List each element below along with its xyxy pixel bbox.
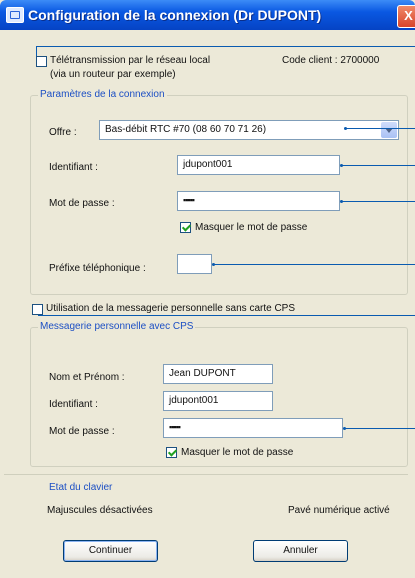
divider [4, 474, 408, 475]
callout-line [344, 428, 415, 429]
password-input[interactable]: ▪▪▪▪▪ [177, 191, 340, 211]
dialog-window: Configuration de la connexion (Dr DUPONT… [0, 0, 415, 578]
cps-mask-password-label: Masquer le mot de passe [181, 447, 294, 458]
mask-password-checkbox[interactable] [180, 222, 191, 233]
callout-line [38, 315, 415, 316]
callout-dot [343, 427, 346, 430]
cps-mask-password-checkbox[interactable] [166, 447, 177, 458]
callout-dot [212, 263, 215, 266]
connection-window-icon [6, 7, 24, 23]
callout-line [341, 201, 415, 202]
telematic-checkbox-label: Télétransmission par le réseau local [50, 55, 211, 66]
callout-dot [340, 164, 343, 167]
connection-group-title: Paramètres de la connexion [38, 89, 167, 100]
callout-dot [340, 200, 343, 203]
numpad-status: Pavé numérique activé [288, 505, 390, 516]
phone-prefix-input[interactable] [177, 254, 212, 274]
messaging-group-title: Messagerie personnelle avec CPS [38, 321, 196, 332]
offer-select[interactable]: Bas-débit RTC #70 (08 60 70 71 26) [99, 120, 399, 140]
cps-password-label: Mot de passe : [49, 426, 115, 437]
callout-line [36, 46, 37, 56]
offer-value: Bas-débit RTC #70 (08 60 70 71 26) [105, 124, 267, 135]
password-label: Mot de passe : [49, 198, 115, 209]
keyboard-status-title: Etat du clavier [49, 482, 113, 493]
full-name-input[interactable]: Jean DUPONT [163, 364, 273, 384]
telematic-checkbox-sublabel: (via un routeur par exemple) [50, 69, 176, 80]
offer-label: Offre : [49, 127, 77, 138]
caps-lock-status: Majuscules désactivées [47, 505, 153, 516]
title-bar[interactable]: Configuration de la connexion (Dr DUPONT… [0, 0, 415, 30]
full-name-label: Nom et Prénom : [49, 372, 125, 383]
callout-line [36, 46, 415, 47]
identifier-label: Identifiant : [49, 162, 98, 173]
client-code: Code client : 2700000 [282, 55, 380, 66]
cps-identifier-input[interactable]: jdupont001 [163, 391, 273, 411]
continue-button[interactable]: Continuer [63, 540, 158, 562]
messaging-without-cps-label: Utilisation de la messagerie personnelle… [46, 303, 296, 314]
callout-line [341, 165, 415, 166]
callout-line [345, 128, 415, 129]
chevron-down-icon[interactable] [381, 122, 397, 138]
callout-line [213, 264, 415, 265]
telematic-local-network-checkbox[interactable] [36, 56, 47, 67]
cps-identifier-label: Identifiant : [49, 399, 98, 410]
window-title: Configuration de la connexion (Dr DUPONT… [28, 7, 322, 23]
cps-password-input[interactable]: ▪▪▪▪▪ [163, 418, 343, 438]
identifier-input[interactable]: jdupont001 [177, 155, 340, 175]
messaging-without-cps-checkbox[interactable] [32, 304, 43, 315]
mask-password-label: Masquer le mot de passe [195, 222, 308, 233]
phone-prefix-label: Préfixe téléphonique : [49, 263, 146, 274]
callout-dot [344, 127, 347, 130]
cancel-button[interactable]: Annuler [253, 540, 348, 562]
close-icon[interactable]: X [397, 5, 415, 28]
